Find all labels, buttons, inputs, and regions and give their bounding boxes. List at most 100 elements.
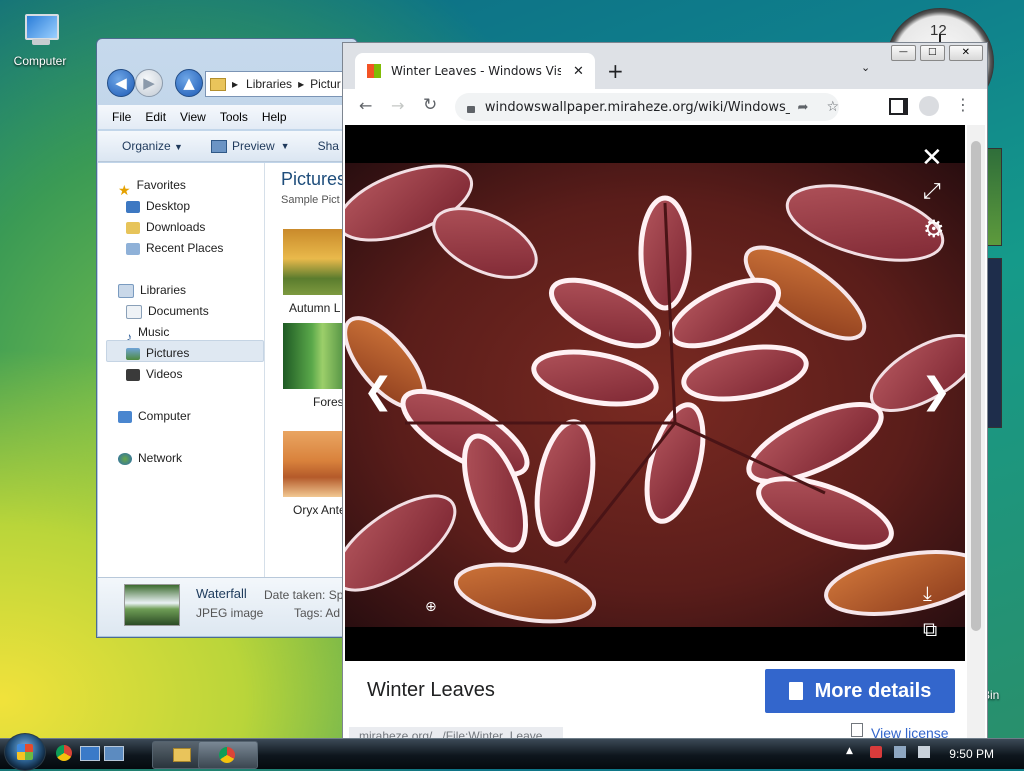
close-viewer-icon[interactable]: ✕	[921, 143, 943, 173]
action-center-icon[interactable]	[870, 746, 882, 758]
tags-value[interactable]: Ad	[325, 606, 340, 620]
nav-documents[interactable]: Documents	[126, 301, 209, 321]
explorer-window[interactable]: ◀ ▶ ▲ ▸ Libraries ▸ Pictur File Edit Vie…	[96, 38, 358, 638]
clock-time[interactable]: 9:50 PM	[949, 747, 994, 761]
profile-avatar[interactable]	[919, 96, 939, 116]
url-text: windowswallpaper.miraheze.org/wiki/Windo…	[484, 99, 790, 115]
menu-kebab-icon[interactable]: ⋮	[955, 95, 971, 114]
switch-windows-icon[interactable]	[104, 746, 124, 761]
share-icon[interactable]: ➦	[798, 100, 809, 115]
nav-desktop[interactable]: Desktop	[126, 196, 190, 216]
nav-network[interactable]: Network	[118, 448, 182, 468]
libraries-icon	[118, 283, 134, 298]
tags-label: Tags:	[294, 606, 323, 620]
side-panel-icon[interactable]	[889, 98, 908, 115]
taskbar-chrome-button[interactable]	[198, 741, 258, 769]
image-caption: Winter Leaves	[367, 679, 495, 701]
up-button[interactable]: ▲	[175, 69, 203, 97]
pictures-icon	[126, 347, 140, 360]
date-label: Date taken:	[264, 588, 326, 602]
details-file-name: Waterfall	[196, 586, 247, 601]
desktop-icon-computer[interactable]: Computer	[6, 8, 74, 68]
reload-icon[interactable]: ↻	[423, 95, 437, 115]
documents-icon	[126, 304, 142, 319]
nav-favorites[interactable]: ★ Favorites	[118, 175, 186, 198]
chrome-window[interactable]: Winter Leaves - Windows Vista ✕ + ⌄ — □ …	[342, 42, 988, 744]
chevron-down-icon: ▼	[174, 142, 183, 152]
forward-button[interactable]: ▶	[135, 69, 163, 97]
nav-recent-places[interactable]: Recent Places	[126, 238, 223, 258]
tab-close-icon[interactable]: ✕	[573, 64, 584, 79]
breadcrumb-pictures[interactable]: Pictur	[310, 77, 341, 91]
show-hidden-icons[interactable]: ▲	[846, 746, 853, 756]
new-tab-button[interactable]: +	[607, 59, 624, 83]
nav-libraries[interactable]: Libraries	[118, 280, 186, 300]
bookmark-star-icon[interactable]: ☆	[826, 99, 839, 115]
preview-button[interactable]: Preview ▼	[210, 139, 290, 153]
next-arrow-icon[interactable]: ❯	[921, 371, 951, 412]
minimize-button[interactable]: —	[891, 45, 916, 61]
nav-label: Documents	[148, 304, 209, 318]
chrome-quicklaunch-icon[interactable]	[56, 745, 72, 761]
library-title: Pictures	[281, 169, 347, 189]
slideshow-gadget[interactable]	[986, 148, 1002, 246]
maximize-button[interactable]: □	[919, 45, 945, 61]
details-file-type: JPEG image	[196, 606, 264, 620]
nav-label: Music	[138, 325, 170, 339]
thumbnail-label: Fores	[313, 395, 344, 409]
tab-search-chevron-icon[interactable]: ⌄	[861, 61, 870, 74]
videos-icon	[126, 368, 140, 381]
nav-pictures[interactable]: Pictures	[126, 343, 189, 363]
navigation-pane: ★ Favorites Desktop Downloads Recent Plac…	[98, 163, 265, 577]
share-button[interactable]: Sha	[318, 139, 339, 153]
browser-tab[interactable]: Winter Leaves - Windows Vista ✕	[355, 53, 595, 89]
menu-bar: File Edit View Tools Help	[98, 105, 356, 129]
more-details-button[interactable]: More details	[765, 669, 955, 713]
nav-music[interactable]: ♪ Music	[126, 322, 170, 344]
menu-file[interactable]: File	[112, 110, 131, 124]
preview-icon	[210, 139, 227, 153]
folder-icon	[173, 748, 191, 762]
menu-tools[interactable]: Tools	[220, 110, 248, 124]
address-bar[interactable]: ▸ Libraries ▸ Pictur	[205, 71, 357, 97]
breadcrumb-libraries[interactable]: Libraries	[246, 77, 292, 91]
nav-computer[interactable]: Computer	[118, 406, 191, 426]
scrollbar-thumb[interactable]	[971, 141, 981, 631]
close-button[interactable]: ✕	[948, 45, 983, 61]
gadget-panel[interactable]	[986, 258, 1002, 428]
forward-arrow-icon[interactable]: →	[391, 96, 404, 115]
show-desktop-icon[interactable]	[80, 746, 100, 761]
desktop-icon	[126, 200, 140, 213]
thumbnail-label: Oryx Ante	[293, 503, 346, 517]
previous-arrow-icon[interactable]: ❮	[363, 371, 393, 412]
nav-downloads[interactable]: Downloads	[126, 217, 205, 237]
download-icon[interactable]: ⤓	[923, 581, 932, 605]
share-out-icon[interactable]: ⧉	[923, 617, 937, 641]
fullscreen-icon[interactable]: ⤢	[923, 179, 941, 204]
organize-button[interactable]: Organize ▼	[122, 139, 183, 153]
volume-muted-icon[interactable]	[918, 746, 930, 758]
nav-label: Network	[138, 451, 183, 465]
nav-label: Pictures	[146, 346, 190, 360]
breadcrumb-separator: ▸	[232, 77, 239, 91]
start-button[interactable]	[4, 733, 46, 771]
thumbnail-label: Autumn L	[289, 301, 341, 315]
back-arrow-icon[interactable]: ←	[359, 96, 372, 115]
menu-view[interactable]: View	[180, 110, 206, 124]
back-button[interactable]: ◀	[107, 69, 135, 97]
computer-icon	[19, 12, 61, 48]
menu-edit[interactable]: Edit	[145, 110, 166, 124]
settings-gear-icon[interactable]: ⚙	[923, 215, 945, 243]
menu-help[interactable]: Help	[262, 110, 287, 124]
nav-label: Desktop	[146, 199, 191, 213]
details-pane: Waterfall JPEG image Date taken: Sp Tags…	[98, 577, 356, 636]
mouse-cursor-icon: ⊕	[425, 599, 437, 615]
network-tray-icon[interactable]	[894, 746, 906, 758]
command-bar: Organize ▼ Preview ▼ Sha	[98, 131, 356, 162]
favicon	[367, 64, 381, 78]
nav-videos[interactable]: Videos	[126, 364, 182, 384]
details-tags: Tags: Ad	[294, 606, 340, 620]
nav-label: Videos	[146, 367, 183, 381]
nav-label: Libraries	[140, 283, 187, 297]
omnibox[interactable]: windowswallpaper.miraheze.org/wiki/Windo…	[455, 93, 839, 121]
